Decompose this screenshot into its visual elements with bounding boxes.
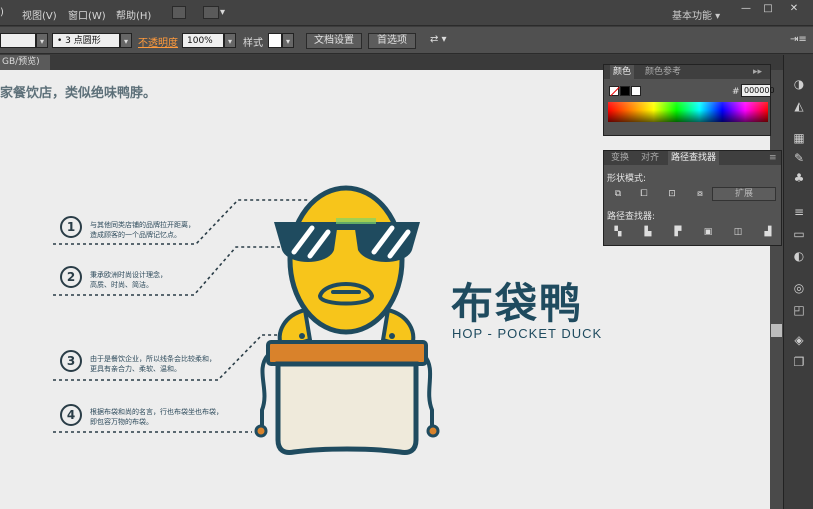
intersect-icon[interactable]: ⊡ (664, 187, 680, 201)
transparency-icon[interactable]: ◐ (791, 249, 807, 263)
isolate-icon[interactable]: ⇄ ▾ (430, 34, 447, 45)
minus-back-icon[interactable]: ▟ (760, 225, 776, 239)
tab-transform[interactable]: 变换 (608, 151, 632, 165)
menu-bar: ) 视图(V) 窗口(W) 帮助(H) ▾ 基本功能 ▾ — □ ✕ (0, 0, 813, 26)
graphic-styles-icon[interactable]: ◰ (791, 303, 807, 317)
appearance-icon[interactable]: ◎ (791, 281, 807, 295)
opacity-link[interactable]: 不透明度 (138, 34, 178, 49)
style-label: 样式 (243, 38, 263, 49)
sunglasses-left-lens (274, 222, 338, 262)
exclude-icon[interactable]: ⧇ (692, 187, 708, 201)
minus-front-icon[interactable]: ⧠ (636, 187, 652, 201)
selected-path-highlight (336, 218, 376, 224)
opacity-field[interactable]: 100% (182, 33, 224, 48)
color-panel: 颜色 颜色参考 ▸▸ # 000000 (603, 64, 775, 136)
color-palette-icon[interactable]: ◑ (791, 77, 807, 91)
right-string (422, 353, 434, 430)
close-button[interactable]: ✕ (784, 2, 804, 16)
sunglasses-right-lens (354, 222, 420, 262)
panel-collapse-icon[interactable]: ▸▸ (750, 65, 765, 79)
annotation-number-2: 2 (60, 266, 82, 288)
annotation-text-2: 秉承欧洲时尚设计理念， 高质、时尚、简洁。 (90, 271, 167, 289)
bridge-icon[interactable] (172, 6, 186, 19)
white-swatch[interactable] (631, 86, 641, 96)
pathfinders-label: 路径查找器: (607, 212, 656, 222)
annotation-text-1: 与其他同类店铺的品牌拉开距离， 造成顾客的一个品牌记忆点。 (90, 221, 195, 239)
chevron-down-icon[interactable]: ▾ (220, 7, 225, 18)
arrange-documents-icon[interactable] (203, 6, 219, 19)
tab-pathfinder[interactable]: 路径查找器 (668, 151, 720, 165)
panel-menu-icon[interactable]: ≡ (766, 151, 780, 165)
merge-icon[interactable]: ▛ (670, 225, 686, 239)
minimize-button[interactable]: — (736, 2, 756, 16)
artboards-icon[interactable]: ❐ (791, 355, 807, 369)
unite-icon[interactable]: ⧉ (610, 187, 626, 201)
right-panel-dock: ◑ ◭ ▦ ✎ ♣ ≡ ▭ ◐ ◎ ◰ ◈ ❐ (783, 55, 813, 509)
maximize-button[interactable]: □ (758, 2, 778, 16)
color-spectrum[interactable] (608, 102, 768, 122)
annotation-number-4: 4 (60, 404, 82, 426)
tab-align[interactable]: 对齐 (638, 151, 662, 165)
vertical-scrollbar[interactable] (770, 70, 783, 509)
shape-modes-label: 形状模式: (607, 174, 647, 184)
pocket-bag (275, 361, 419, 455)
gradient-icon[interactable]: ▭ (791, 227, 807, 241)
menu-view[interactable]: 视图(V) (22, 7, 57, 22)
black-swatch[interactable] (620, 86, 630, 96)
preferences-button[interactable]: 首选项 (368, 33, 416, 49)
annotation-text-3: 由于是餐饮企业，所以线条会比较柔和， 更具有亲合力、柔软、温和。 (90, 355, 216, 373)
profile-dropdown[interactable]: ▾ (120, 33, 132, 48)
menu-help[interactable]: 帮助(H) (116, 7, 151, 22)
trim-icon[interactable]: ▙ (640, 225, 656, 239)
brushes-icon[interactable]: ✎ (791, 151, 807, 165)
brand-name-english: HOP - POCKET DUCK (452, 326, 603, 341)
hex-label: # (732, 87, 740, 97)
none-swatch[interactable] (609, 86, 620, 97)
document-tab[interactable]: GB/预览) (0, 55, 50, 70)
annotation-number-1: 1 (60, 216, 82, 238)
right-string-knob (426, 424, 440, 438)
crop-icon[interactable]: ▣ (700, 225, 716, 239)
stroke-weight-field[interactable] (0, 33, 36, 48)
brand-name-chinese: 布袋鸭 (451, 279, 584, 328)
panel-menu-icon[interactable]: ⇥≡ (790, 34, 807, 45)
expand-button[interactable]: 扩展 (712, 187, 776, 201)
annotation-number-3: 3 (60, 350, 82, 372)
color-guide-icon[interactable]: ◭ (791, 99, 807, 113)
variable-width-profile[interactable]: • 3 点圆形 (52, 33, 120, 48)
pathfinder-panel: 变换 对齐 路径查找器 ≡ 形状模式: ⧉ ⧠ ⊡ ⧇ 扩展 路径查找器: ▚ … (603, 150, 782, 246)
style-dropdown[interactable]: ▾ (282, 33, 294, 48)
divide-icon[interactable]: ▚ (610, 225, 626, 239)
scrollbar-thumb[interactable] (771, 324, 782, 337)
tab-color-guide[interactable]: 颜色参考 (642, 65, 684, 79)
opacity-dropdown[interactable]: ▾ (224, 33, 236, 48)
workspace-switcher[interactable]: 基本功能 ▾ (672, 7, 720, 22)
menu-partial-item[interactable]: ) (0, 7, 4, 18)
swatches-icon[interactable]: ▦ (791, 131, 807, 145)
symbols-icon[interactable]: ♣ (791, 171, 807, 185)
tab-color[interactable]: 颜色 (610, 65, 635, 79)
layers-icon[interactable]: ◈ (791, 333, 807, 347)
stroke-weight-dropdown[interactable]: ▾ (36, 33, 48, 48)
menu-window[interactable]: 窗口(W) (68, 7, 106, 22)
hex-input[interactable]: 000000 (741, 84, 775, 97)
graphic-style-swatch[interactable] (268, 33, 282, 48)
outline-icon[interactable]: ◫ (730, 225, 746, 239)
document-setup-button[interactable]: 文档设置 (306, 33, 362, 49)
stroke-icon[interactable]: ≡ (791, 205, 807, 219)
left-string-knob (254, 424, 268, 438)
annotation-text-4: 根据布袋和尚的名言，行也布袋坐也布袋， 即包容万物的布袋。 (90, 408, 223, 426)
bag-orange-band (266, 340, 428, 366)
